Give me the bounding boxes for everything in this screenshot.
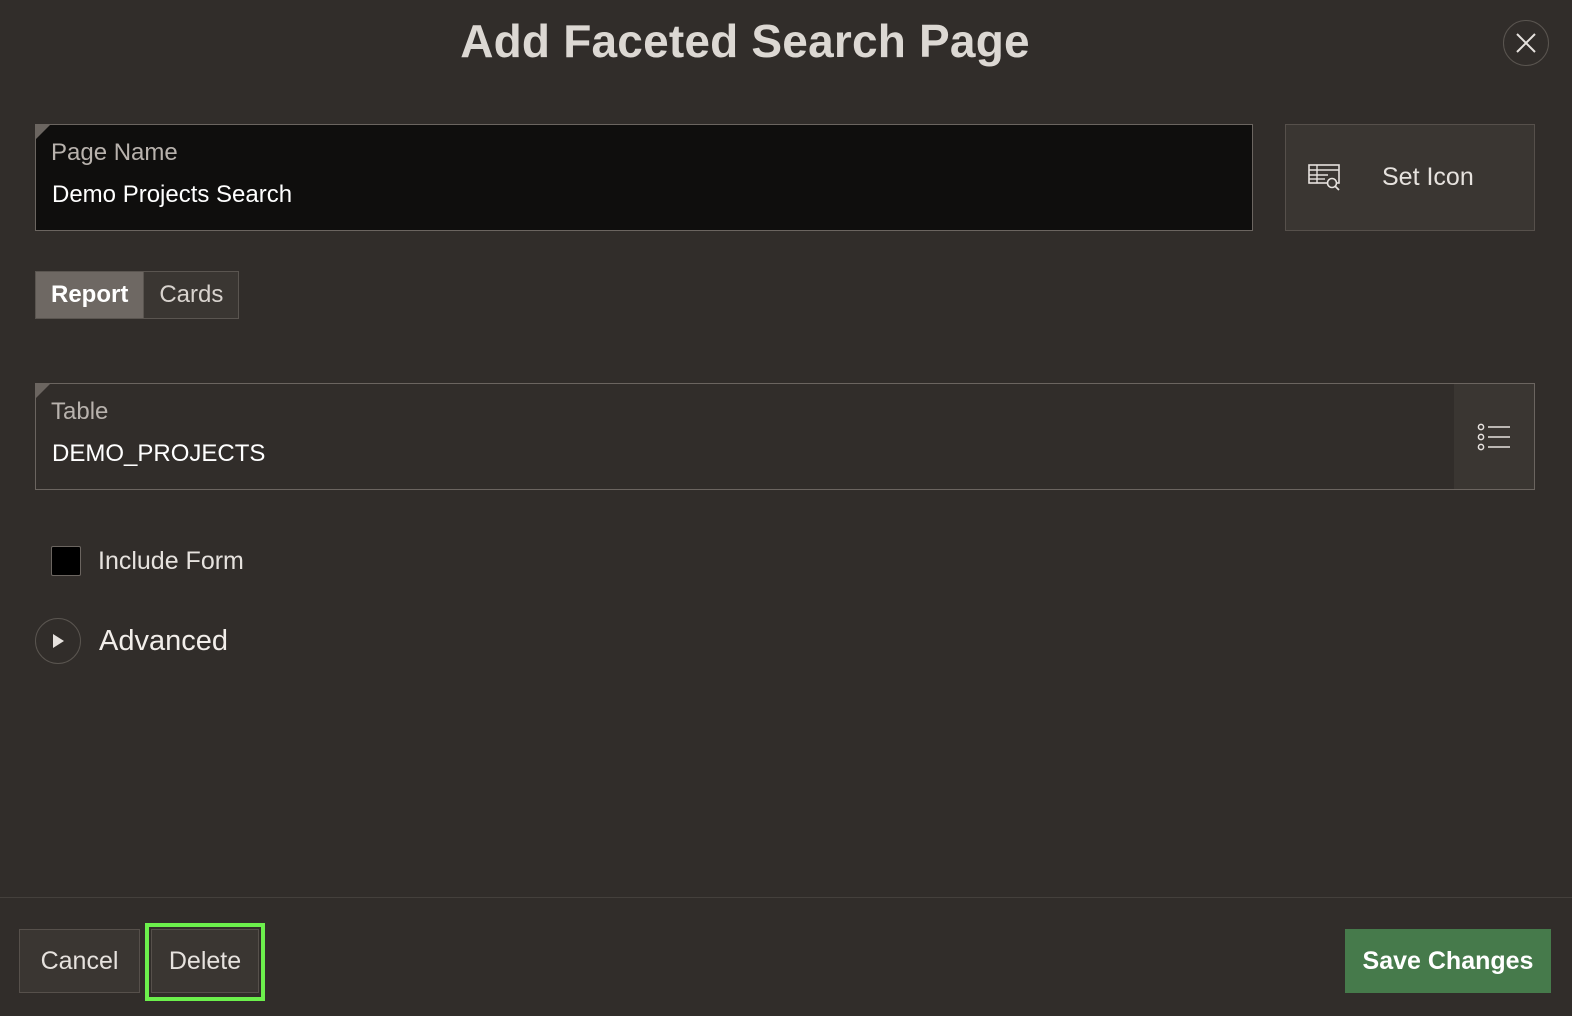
required-corner-marker (36, 125, 50, 139)
include-form-checkbox[interactable] (51, 546, 81, 576)
table-field[interactable]: Table DEMO_PROJECTS (35, 383, 1535, 490)
page-name-input[interactable]: Demo Projects Search (52, 181, 292, 209)
toggle-report[interactable]: Report (36, 272, 144, 318)
advanced-expand-button[interactable] (35, 618, 81, 664)
layout-toggle: Report Cards (35, 271, 240, 319)
add-faceted-search-dialog: Add Faceted Search Page Page Name Demo P… (0, 0, 1572, 1016)
toggle-cards[interactable]: Cards (143, 272, 239, 318)
save-changes-button[interactable]: Save Changes (1345, 929, 1551, 993)
footer-divider (0, 897, 1572, 898)
close-button[interactable] (1503, 20, 1549, 66)
page-name-label: Page Name (51, 139, 178, 166)
delete-button[interactable]: Delete (151, 929, 259, 993)
play-triangle-icon (53, 634, 64, 648)
page-name-field[interactable]: Page Name Demo Projects Search (35, 124, 1253, 231)
advanced-label: Advanced (99, 624, 228, 657)
include-form-label: Include Form (98, 546, 244, 575)
required-corner-marker (36, 384, 50, 398)
include-form-row[interactable]: Include Form (51, 546, 244, 576)
table-lov-button[interactable] (1454, 384, 1534, 489)
table-search-icon (1308, 163, 1340, 191)
cancel-button[interactable]: Cancel (19, 929, 140, 993)
dialog-title: Add Faceted Search Page (460, 15, 1030, 67)
list-icon (1477, 423, 1510, 450)
set-icon-label: Set Icon (1382, 163, 1474, 191)
table-input[interactable]: DEMO_PROJECTS (52, 440, 265, 468)
close-icon (1516, 33, 1536, 53)
set-icon-button[interactable]: Set Icon (1285, 124, 1535, 231)
advanced-section: Advanced (35, 618, 228, 664)
table-label: Table (51, 398, 109, 425)
